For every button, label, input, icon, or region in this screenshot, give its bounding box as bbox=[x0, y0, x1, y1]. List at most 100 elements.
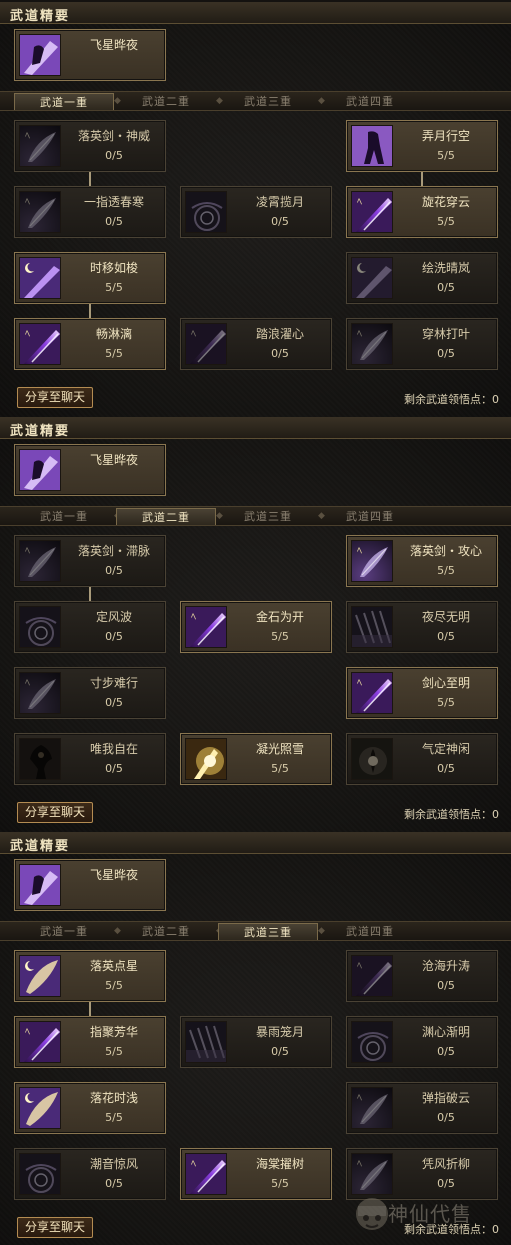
feather-icon: ﾍ bbox=[351, 1153, 393, 1195]
tab-label: 武道四重 bbox=[346, 925, 394, 938]
skill-node[interactable]: ﾍ 落英剑・滞脉 0/5 bbox=[14, 535, 166, 587]
skill-node[interactable]: ﾍ 剑心至明 5/5 bbox=[346, 667, 498, 719]
tab-tier-4[interactable]: 武道四重 bbox=[320, 93, 420, 110]
skill-node[interactable]: ﾍ 指聚芳华 5/5 bbox=[14, 1016, 166, 1068]
feather-icon: ﾍ bbox=[19, 540, 61, 582]
skill-node[interactable]: ﾍ 旋花穿云 5/5 bbox=[346, 186, 498, 238]
svg-text:ﾍ: ﾍ bbox=[191, 1159, 196, 1170]
skill-node[interactable]: 绘洗晴岚 0/5 bbox=[346, 252, 498, 304]
tab-tier-1[interactable]: 武道一重 bbox=[14, 93, 114, 110]
share-to-chat-button[interactable]: 分享至聊天 bbox=[17, 387, 93, 408]
skill-name: 绘洗晴岚 bbox=[421, 261, 470, 275]
skill-node[interactable]: 落花时浅 5/5 bbox=[14, 1082, 166, 1134]
moon-feather-icon bbox=[19, 955, 61, 997]
skill-node[interactable]: 凌霄揽月 0/5 bbox=[180, 186, 332, 238]
skill-level: 5/5 bbox=[271, 762, 289, 775]
skill-name: 潮音惊风 bbox=[89, 1157, 138, 1171]
skill-node[interactable]: 凝光照雪 5/5 bbox=[180, 733, 332, 785]
skill-node[interactable]: 弄月行空 5/5 bbox=[346, 120, 498, 172]
skill-node[interactable]: ﾍ 寸步难行 0/5 bbox=[14, 667, 166, 719]
skill-node[interactable]: ﾍ 穿林打叶 0/5 bbox=[346, 318, 498, 370]
svg-text:ﾍ: ﾍ bbox=[357, 546, 362, 557]
essence-header: 武道精要 bbox=[0, 832, 511, 854]
skill-level: 5/5 bbox=[437, 215, 455, 228]
watermark-text: 神仙代售 bbox=[388, 1202, 472, 1226]
skill-level: 5/5 bbox=[437, 564, 455, 577]
tab-tier-4[interactable]: 武道四重 bbox=[320, 923, 420, 940]
talent-panel: 武道精要飞星晔夜武道一重◆武道二重◆武道三重◆武道四重落英点星 5/5 ﾍ 沧海升涛 0… bbox=[0, 832, 511, 1245]
golden-burst-icon bbox=[185, 738, 227, 780]
essence-skill-card[interactable]: 飞星晔夜 bbox=[14, 859, 166, 911]
skill-node[interactable]: 定风波 0/5 bbox=[14, 601, 166, 653]
tab-tier-3[interactable]: 武道三重 bbox=[218, 508, 318, 525]
svg-text:ﾍ: ﾍ bbox=[25, 131, 30, 142]
tab-tier-2[interactable]: 武道二重 bbox=[116, 93, 216, 110]
skill-node[interactable]: ﾍ 海棠擢树 5/5 bbox=[180, 1148, 332, 1200]
essence-skill-name: 飞星晔夜 bbox=[89, 868, 138, 882]
skill-node[interactable]: 落英点星 5/5 bbox=[14, 950, 166, 1002]
skill-name: 穿林打叶 bbox=[421, 327, 470, 341]
skill-name: 夜尽无明 bbox=[421, 610, 470, 624]
essence-skill-card[interactable]: 飞星晔夜 bbox=[14, 29, 166, 81]
skill-node[interactable]: 时移如梭 5/5 bbox=[14, 252, 166, 304]
feather-icon: ﾍ bbox=[351, 323, 393, 365]
skill-node[interactable]: ﾍ 落英剑・神威 0/5 bbox=[14, 120, 166, 172]
tab-tier-3[interactable]: 武道三重 bbox=[218, 923, 318, 940]
tab-tier-2[interactable]: 武道二重 bbox=[116, 508, 216, 525]
skill-connector bbox=[89, 304, 91, 318]
essence-skill-card[interactable]: 飞星晔夜 bbox=[14, 444, 166, 496]
skill-level: 5/5 bbox=[105, 281, 123, 294]
skill-node[interactable]: 夜尽无明 0/5 bbox=[346, 601, 498, 653]
svg-text:ﾍ: ﾍ bbox=[357, 329, 362, 340]
tab-label: 武道四重 bbox=[346, 95, 394, 108]
svg-text:ﾍ: ﾍ bbox=[357, 961, 362, 972]
skill-name: 海棠擢树 bbox=[255, 1157, 304, 1171]
skill-node[interactable]: ﾍ 一指透春寒 0/5 bbox=[14, 186, 166, 238]
skill-level: 5/5 bbox=[105, 979, 123, 992]
skill-connector bbox=[89, 1002, 91, 1016]
tab-tier-1[interactable]: 武道一重 bbox=[14, 508, 114, 525]
share-to-chat-button[interactable]: 分享至聊天 bbox=[17, 802, 93, 823]
skill-node[interactable]: 气定神闲 0/5 bbox=[346, 733, 498, 785]
essence-header: 武道精要 bbox=[0, 417, 511, 439]
skill-node[interactable]: ﾍ 畅淋漓 5/5 bbox=[14, 318, 166, 370]
skill-level: 0/5 bbox=[105, 630, 123, 643]
sword-slash-icon: ﾍ bbox=[351, 672, 393, 714]
skill-node[interactable]: ﾍ 弹指破云 0/5 bbox=[346, 1082, 498, 1134]
essence-title: 武道精要 bbox=[10, 839, 71, 854]
skill-node[interactable]: 暴雨笼月 0/5 bbox=[180, 1016, 332, 1068]
skill-level: 0/5 bbox=[105, 215, 123, 228]
skill-node[interactable]: ﾍ 沧海升涛 0/5 bbox=[346, 950, 498, 1002]
skill-node[interactable]: 唯我自在 0/5 bbox=[14, 733, 166, 785]
skill-node[interactable]: 渊心渐明 0/5 bbox=[346, 1016, 498, 1068]
skill-name: 弄月行空 bbox=[421, 129, 470, 143]
skill-node[interactable]: ﾍ 落英剑・攻心 5/5 bbox=[346, 535, 498, 587]
skill-name: 落英剑・攻心 bbox=[409, 544, 482, 558]
skill-level: 5/5 bbox=[437, 149, 455, 162]
skill-level: 0/5 bbox=[437, 762, 455, 775]
tab-tier-1[interactable]: 武道一重 bbox=[14, 923, 114, 940]
skill-node[interactable]: ﾍ 金石为开 5/5 bbox=[180, 601, 332, 653]
tab-tier-2[interactable]: 武道二重 bbox=[116, 923, 216, 940]
svg-text:ﾍ: ﾍ bbox=[25, 1027, 30, 1038]
skill-level: 0/5 bbox=[437, 1177, 455, 1190]
skill-connector bbox=[421, 172, 423, 186]
mascot-icon bbox=[356, 1198, 388, 1230]
skill-node[interactable]: ﾍ 踏浪濯心 0/5 bbox=[180, 318, 332, 370]
skill-name: 落英剑・滞脉 bbox=[77, 544, 150, 558]
share-to-chat-button[interactable]: 分享至聊天 bbox=[17, 1217, 93, 1238]
tab-tier-3[interactable]: 武道三重 bbox=[218, 93, 318, 110]
sword-slash-icon: ﾍ bbox=[351, 955, 393, 997]
tab-tier-4[interactable]: 武道四重 bbox=[320, 508, 420, 525]
starry-night-icon bbox=[19, 449, 61, 491]
skill-name: 落英剑・神威 bbox=[77, 129, 150, 143]
skill-node[interactable]: 潮音惊风 0/5 bbox=[14, 1148, 166, 1200]
skill-name: 气定神闲 bbox=[421, 742, 470, 756]
aura-icon bbox=[351, 738, 393, 780]
skill-level: 0/5 bbox=[105, 1177, 123, 1190]
tab-label: 武道一重 bbox=[40, 96, 88, 109]
skill-name: 凝光照雪 bbox=[255, 742, 304, 756]
feather-icon: ﾍ bbox=[19, 125, 61, 167]
skill-name: 唯我自在 bbox=[89, 742, 138, 756]
essence-title: 武道精要 bbox=[10, 424, 71, 439]
